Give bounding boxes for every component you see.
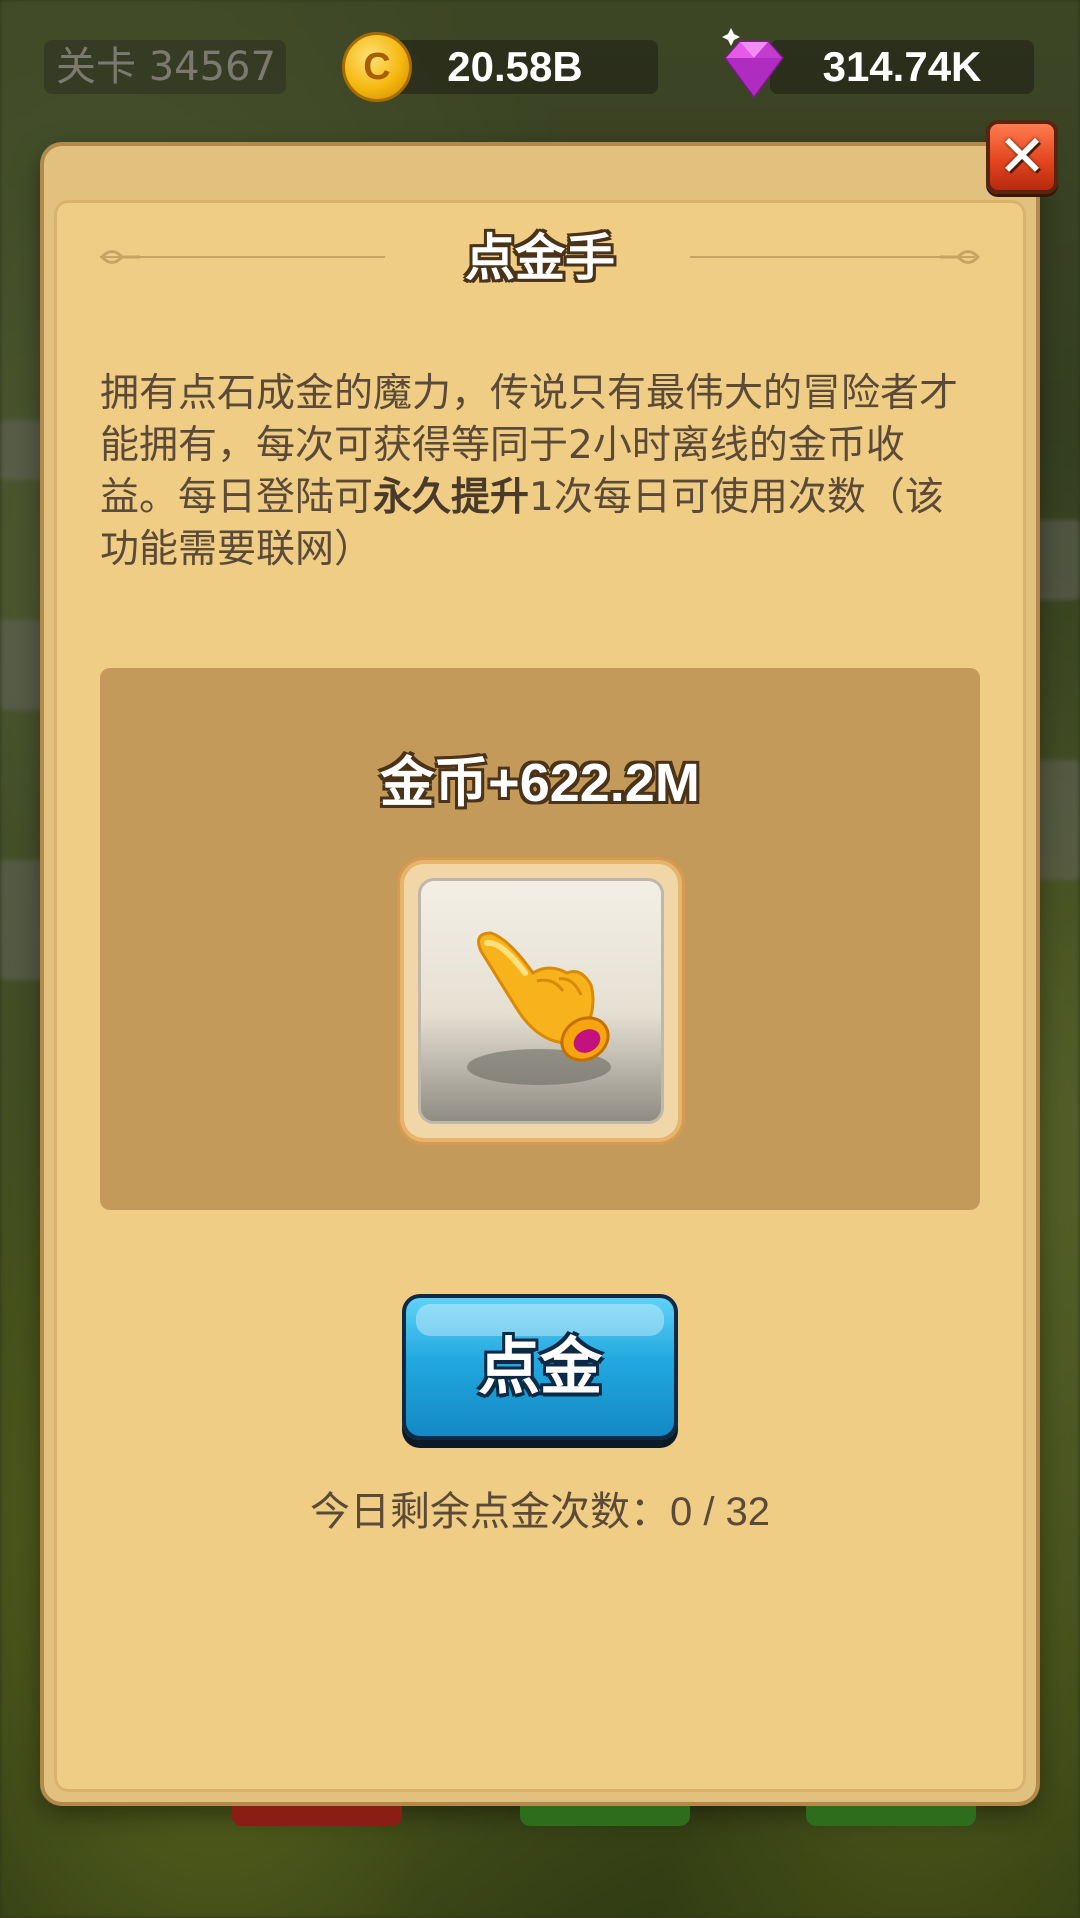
golden-touch-button[interactable]: 点金 bbox=[402, 1294, 678, 1440]
remaining-uses: 今日剩余点金次数：0 / 32 bbox=[0, 1484, 1080, 1540]
remaining-uses-label: 今日剩余点金次数： bbox=[309, 1489, 670, 1535]
coin-icon: C bbox=[342, 32, 412, 102]
dialog-header: 点金手 bbox=[100, 218, 980, 298]
top-hud: 关卡 34567 20.58B C 314.74K bbox=[0, 28, 1080, 102]
coin-counter: 20.58B bbox=[372, 40, 658, 94]
level-indicator: 关卡 34567 bbox=[44, 40, 286, 94]
reward-icon-frame bbox=[400, 860, 682, 1142]
close-button[interactable]: ✕ bbox=[986, 120, 1058, 194]
close-x-icon: ✕ bbox=[997, 122, 1047, 190]
dialog-title: 点金手 bbox=[465, 229, 615, 287]
golden-touch-button-label: 点金 bbox=[477, 1330, 602, 1403]
background-tab-1 bbox=[232, 1806, 402, 1826]
golden-pointing-hand-icon bbox=[467, 931, 611, 1085]
gem-counter: 314.74K bbox=[770, 40, 1034, 94]
reward-panel: 金币+622.2M bbox=[100, 668, 980, 1210]
dialog-description: 拥有点石成金的魔力，传说只有最伟大的冒险者才能拥有，每次可获得等同于2小时离线的… bbox=[100, 368, 980, 576]
background-tab-2 bbox=[520, 1806, 690, 1826]
background-tab-3 bbox=[806, 1806, 976, 1826]
remaining-uses-count: 0 / 32 bbox=[669, 1490, 771, 1534]
gem-icon bbox=[722, 28, 784, 99]
reward-icon-background bbox=[418, 878, 664, 1124]
reward-amount: 金币+622.2M bbox=[380, 753, 700, 813]
description-bold-text: 永久提升 bbox=[373, 475, 530, 520]
